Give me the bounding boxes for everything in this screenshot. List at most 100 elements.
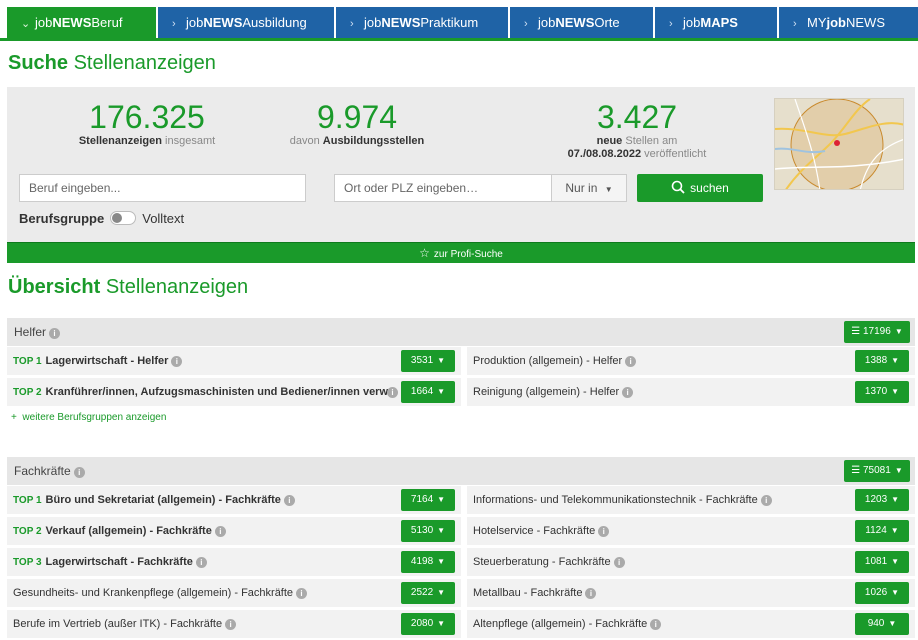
map-icon <box>775 99 903 189</box>
list-item[interactable]: TOP 1 Büro und Sekretariat (allgemein) - … <box>7 486 461 514</box>
caret-down-icon: ▼ <box>894 466 903 475</box>
list-item[interactable]: Steuerberatung - Fachkräfte i 1081 ▼ <box>467 548 915 576</box>
caret-down-icon: ▼ <box>890 526 899 535</box>
overview-heading: Übersicht Stellenanzeigen <box>8 276 249 298</box>
toggle-label-volltext: Volltext <box>142 211 185 226</box>
list-item[interactable]: Berufe im Vertrieb (außer ITK) - Fachkrä… <box>7 610 461 638</box>
stat-training-number: 9.974 <box>316 99 398 135</box>
tab-jobnewsberuf[interactable]: ⌄ jobNEWSBeruf <box>7 7 156 39</box>
caret-down-icon: ▼ <box>437 356 446 365</box>
info-icon[interactable]: i <box>585 588 597 599</box>
list-item[interactable]: Gesundheits- und Krankenpflege (allgemei… <box>7 579 461 607</box>
count-button[interactable]: 1203 ▼ <box>855 489 909 511</box>
info-icon[interactable]: i <box>171 356 183 367</box>
info-icon[interactable]: i <box>296 588 308 599</box>
list-item[interactable]: Produktion (allgemein) - Helfer i 1388 ▼ <box>467 347 915 375</box>
list-item[interactable]: TOP 1 Lagerwirtschaft - Helfer i 3531 ▼ <box>7 347 461 375</box>
search-type-toggle-row: Berufsgruppe Volltext <box>19 211 184 226</box>
caret-down-icon: ▼ <box>891 557 900 566</box>
info-icon[interactable]: i <box>73 467 85 478</box>
count-button[interactable]: 4198 ▼ <box>401 551 455 573</box>
tab-jobmaps[interactable]: › jobMAPS <box>655 7 777 39</box>
tab-jobnewsorte[interactable]: › jobNEWSOrte <box>510 7 653 39</box>
list-item[interactable]: Altenpflege (allgemein) - Fachkräfte i 94… <box>467 610 915 638</box>
map-thumbnail[interactable] <box>774 98 904 190</box>
list-icon: ☰ <box>851 326 861 337</box>
count-button[interactable]: 1081 ▼ <box>855 551 909 573</box>
count-button[interactable]: 1370 ▼ <box>855 381 909 403</box>
chevron-right-icon: › <box>524 18 528 30</box>
group-header-fachkraefte: Fachkräfte i ☰ 75081 ▼ <box>7 457 915 485</box>
search-button[interactable]: suchen <box>637 174 763 202</box>
info-icon[interactable]: i <box>283 495 295 506</box>
info-icon[interactable]: i <box>622 387 634 398</box>
info-icon[interactable]: i <box>214 526 226 537</box>
star-icon: ☆ <box>419 246 430 260</box>
profi-search-link[interactable]: ☆ zur Profi-Suche <box>7 242 915 263</box>
caret-down-icon: ▼ <box>437 387 446 396</box>
group-total-button[interactable]: ☰ 17196 ▼ <box>844 321 910 343</box>
caret-down-icon: ▼ <box>894 327 903 336</box>
location-input[interactable]: Ort oder PLZ eingeben… <box>334 174 552 202</box>
plus-icon: + <box>11 412 17 423</box>
group-title: Fachkräfte <box>14 464 71 478</box>
job-search-input[interactable]: Beruf eingeben... <box>19 174 306 202</box>
search-heading: Suche Stellenanzeigen <box>8 52 216 74</box>
count-button[interactable]: 3531 ▼ <box>401 350 455 372</box>
stat-new-number: 3.427 <box>596 99 678 135</box>
info-icon[interactable]: i <box>650 619 662 630</box>
list-icon: ☰ <box>851 465 861 476</box>
caret-down-icon: ▼ <box>437 588 446 597</box>
stat-total: 176.325 Stellenanzeigen insgesamt <box>47 101 247 148</box>
info-icon[interactable]: i <box>195 557 207 568</box>
search-mode-select[interactable]: Nur in ▼ <box>551 174 627 202</box>
toggle-label-berufsgruppe: Berufsgruppe <box>19 211 105 226</box>
info-icon[interactable]: i <box>225 619 237 630</box>
group-total-button[interactable]: ☰ 75081 ▼ <box>844 460 910 482</box>
caret-down-icon: ▼ <box>437 557 446 566</box>
search-panel: 176.325 Stellenanzeigen insgesamt 9.974 … <box>7 87 915 242</box>
count-button[interactable]: 2080 ▼ <box>401 613 455 635</box>
search-type-switch[interactable] <box>110 211 137 225</box>
list-item[interactable]: Informations- und Telekommunikationstech… <box>467 486 915 514</box>
info-icon[interactable]: i <box>598 526 610 537</box>
tab-jobnewsausbildung[interactable]: › jobNEWSAusbildung <box>158 7 334 39</box>
nav-underline <box>0 38 918 41</box>
more-groups-link[interactable]: + weitere Berufsgruppen anzeigen <box>11 412 166 423</box>
list-item[interactable]: Hotelservice - Fachkräfte i 1124 ▼ <box>467 517 915 545</box>
info-icon[interactable]: i <box>613 557 625 568</box>
list-item[interactable]: TOP 2 Kranführer/innen, Aufzugsmaschinist… <box>7 378 461 406</box>
stat-new: 3.427 neue Stellen am 07./08.08.2022 verö… <box>552 101 722 161</box>
stat-training-label: davon Ausbildungsstellen <box>289 135 425 147</box>
top-navigation: ⌄ jobNEWSBeruf › jobNEWSAusbildung › jobNEW… <box>0 0 918 41</box>
count-button[interactable]: 2522 ▼ <box>401 582 455 604</box>
count-button[interactable]: 940 ▼ <box>855 613 909 635</box>
caret-down-icon: ▼ <box>604 185 613 194</box>
list-item[interactable]: TOP 3 Lagerwirtschaft - Fachkräfte i 4198 ▼ <box>7 548 461 576</box>
count-button[interactable]: 1664 ▼ <box>401 381 455 403</box>
tab-jobnewspraktikum[interactable]: › jobNEWSPraktikum <box>336 7 508 39</box>
count-button[interactable]: 5130 ▼ <box>401 520 455 542</box>
stat-total-number: 176.325 <box>89 99 205 135</box>
chevron-right-icon: › <box>350 18 354 30</box>
caret-down-icon: ▼ <box>891 588 900 597</box>
caret-down-icon: ▼ <box>437 495 446 504</box>
chevron-right-icon: › <box>793 18 797 30</box>
stat-new-label: neue Stellen am 07./08.08.2022 veröffentl… <box>567 135 707 160</box>
search-icon <box>671 180 685 194</box>
count-button[interactable]: 1124 ▼ <box>855 520 909 542</box>
info-icon[interactable]: i <box>625 356 637 367</box>
caret-down-icon: ▼ <box>891 387 900 396</box>
count-button[interactable]: 1388 ▼ <box>855 350 909 372</box>
list-item[interactable]: TOP 2 Verkauf (allgemein) - Fachkräfte i 5… <box>7 517 461 545</box>
caret-down-icon: ▼ <box>891 356 900 365</box>
list-item[interactable]: Reinigung (allgemein) - Helfer i 1370 ▼ <box>467 378 915 406</box>
count-button[interactable]: 7164 ▼ <box>401 489 455 511</box>
group-title: Helfer <box>14 325 47 339</box>
list-item[interactable]: Metallbau - Fachkräfte i 1026 ▼ <box>467 579 915 607</box>
count-button[interactable]: 1026 ▼ <box>855 582 909 604</box>
tab-myjobnews[interactable]: › MYjobNEWS <box>779 7 918 39</box>
info-icon[interactable]: i <box>49 328 61 339</box>
info-icon[interactable]: i <box>760 495 772 506</box>
info-icon[interactable]: i <box>387 387 398 398</box>
